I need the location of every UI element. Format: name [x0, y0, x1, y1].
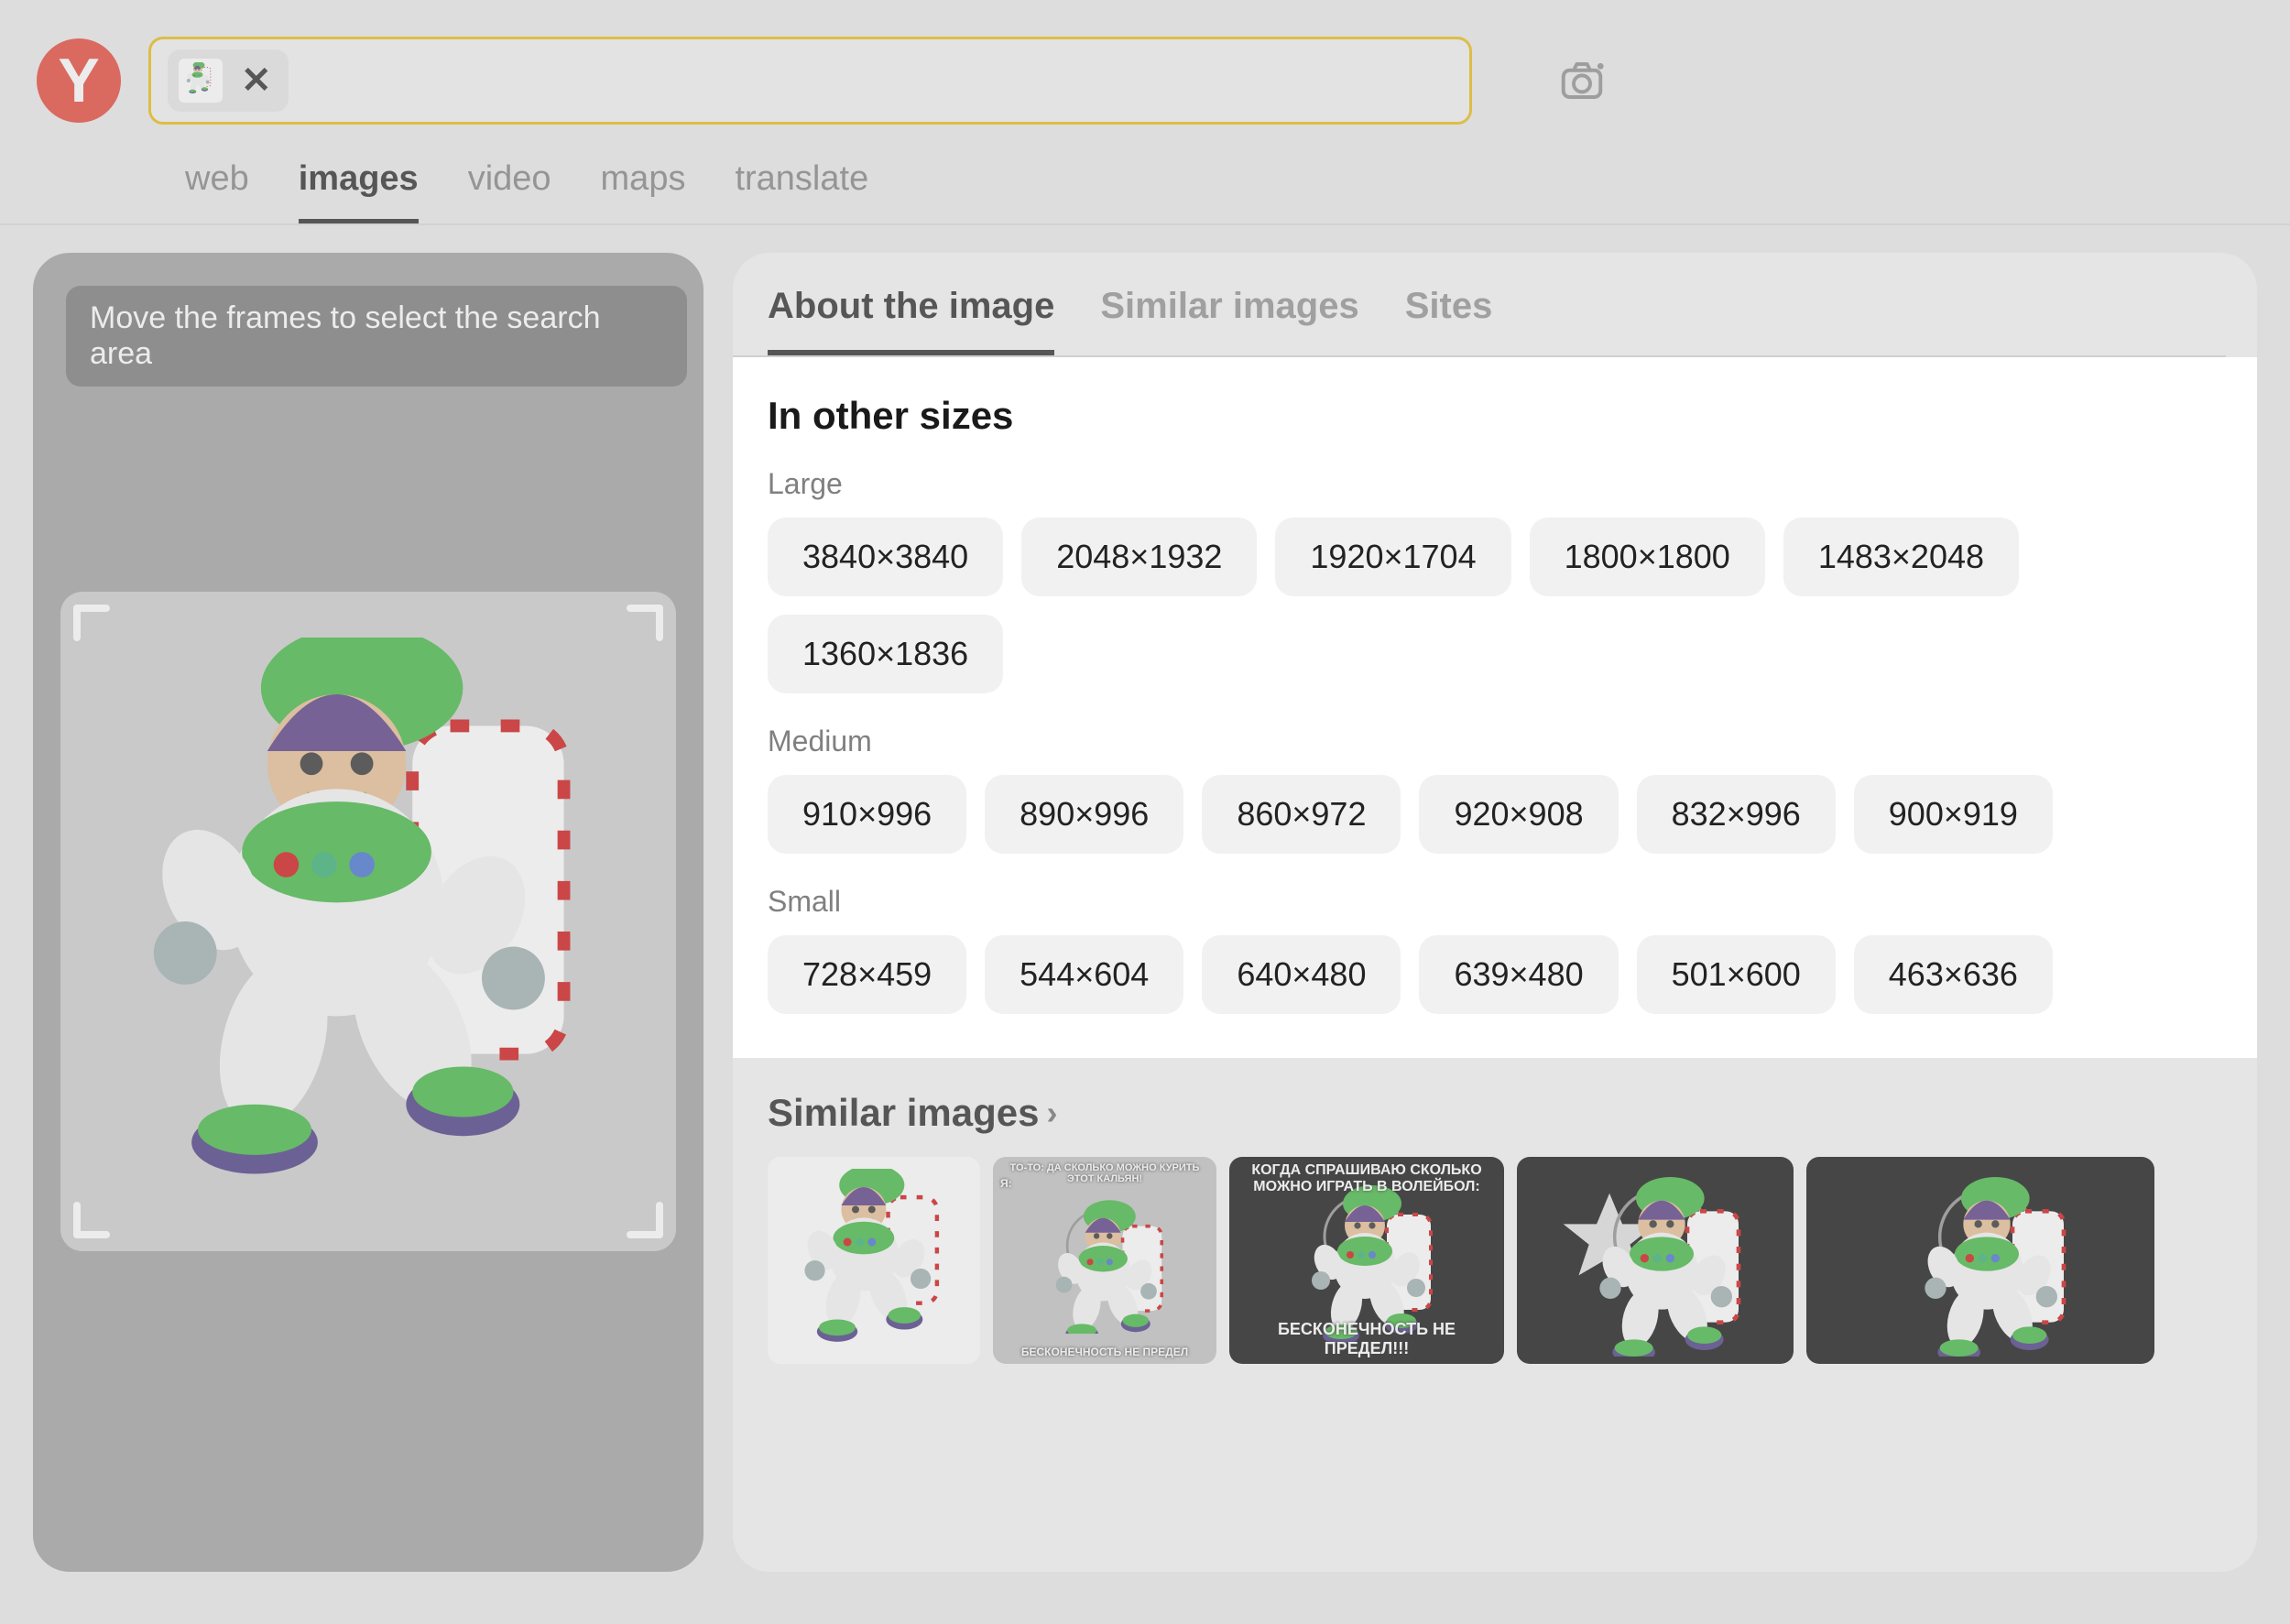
size-chip[interactable]: 900×919 — [1854, 775, 2053, 854]
size-chip[interactable]: 890×996 — [985, 775, 1183, 854]
crop-handle-tl[interactable] — [73, 605, 119, 650]
subtab-sites[interactable]: Sites — [1405, 286, 1493, 355]
crop-handle-bl[interactable] — [73, 1193, 119, 1238]
subtab-about[interactable]: About the image — [768, 286, 1054, 355]
meme-caption: БЕСКОНЕЧНОСТЬ НЕ ПРЕДЕЛ!!! — [1229, 1320, 1504, 1358]
subtab-similar[interactable]: Similar images — [1100, 286, 1358, 355]
other-sizes-title: In other sizes — [768, 394, 2222, 438]
crop-handle-tr[interactable] — [617, 605, 663, 650]
size-chip[interactable]: 1920×1704 — [1275, 518, 1510, 596]
size-chip[interactable]: 910×996 — [768, 775, 966, 854]
size-chip[interactable]: 920×908 — [1419, 775, 1618, 854]
size-chip[interactable]: 640×480 — [1202, 935, 1401, 1014]
similar-images-block: Similar images › ТО-ТО: ДА СКОЛЬКО МОЖНО… — [733, 1058, 2257, 1364]
size-chip[interactable]: 832×996 — [1637, 775, 1836, 854]
size-chip[interactable]: 1360×1836 — [768, 615, 1003, 693]
chevron-right-icon: › — [1046, 1094, 1057, 1132]
crop-hint: Move the frames to select the search are… — [66, 286, 687, 387]
similar-thumb[interactable] — [768, 1157, 980, 1364]
nav-tabs: web images video maps translate — [0, 159, 2290, 225]
tab-maps[interactable]: maps — [601, 159, 686, 219]
size-chip[interactable]: 463×636 — [1854, 935, 2053, 1014]
size-chip[interactable]: 544×604 — [985, 935, 1183, 1014]
tab-video[interactable]: video — [468, 159, 551, 219]
size-chip[interactable]: 639×480 — [1419, 935, 1618, 1014]
tab-web[interactable]: web — [185, 159, 249, 219]
results-panel: About the image Similar images Sites In … — [733, 253, 2257, 1572]
similar-thumb[interactable] — [1806, 1157, 2154, 1364]
size-chip[interactable]: 3840×3840 — [768, 518, 1003, 596]
logo-letter: Y — [58, 45, 99, 116]
meme-caption: КОГДА СПРАШИВАЮ СКОЛЬКО МОЖНО ИГРАТЬ В В… — [1229, 1162, 1504, 1195]
similar-thumb[interactable]: ТО-ТО: ДА СКОЛЬКО МОЖНО КУРИТЬ ЭТОТ КАЛЬ… — [993, 1157, 1216, 1364]
similar-thumb[interactable]: КОГДА СПРАШИВАЮ СКОЛЬКО МОЖНО ИГРАТЬ В В… — [1229, 1157, 1504, 1364]
camera-search-icon[interactable] — [1554, 53, 1609, 108]
yandex-logo[interactable]: Y — [37, 38, 121, 123]
search-thumb-icon — [179, 59, 223, 103]
tab-translate[interactable]: translate — [735, 159, 868, 219]
size-chip[interactable]: 860×972 — [1202, 775, 1401, 854]
size-group-large-label: Large — [768, 467, 2222, 501]
meme-caption: БЕСКОНЕЧНОСТЬ НЕ ПРЕДЕЛ — [993, 1346, 1216, 1358]
size-chip[interactable]: 2048×1932 — [1021, 518, 1257, 596]
similar-title: Similar images — [768, 1091, 1039, 1135]
other-sizes-block: In other sizes Large 3840×3840 2048×1932… — [733, 357, 2257, 1058]
search-image-chip[interactable]: ✕ — [168, 49, 289, 112]
size-chip[interactable]: 1483×2048 — [1783, 518, 2019, 596]
result-subtabs: About the image Similar images Sites — [733, 286, 2226, 357]
size-chip[interactable]: 728×459 — [768, 935, 966, 1014]
tab-images[interactable]: images — [299, 159, 419, 223]
similar-thumb[interactable] — [1517, 1157, 1794, 1364]
crop-frame[interactable] — [60, 592, 676, 1251]
size-group-small-label: Small — [768, 885, 2222, 919]
size-group-medium-label: Medium — [768, 725, 2222, 758]
size-chip[interactable]: 501×600 — [1637, 935, 1836, 1014]
source-image — [112, 638, 625, 1205]
crop-handle-br[interactable] — [617, 1193, 663, 1238]
clear-search-icon[interactable]: ✕ — [241, 62, 272, 99]
similar-heading[interactable]: Similar images › — [768, 1091, 2222, 1135]
search-bar[interactable]: ✕ — [148, 37, 1472, 125]
size-chip[interactable]: 1800×1800 — [1530, 518, 1765, 596]
crop-panel: Move the frames to select the search are… — [33, 253, 703, 1572]
meme-caption: Я: — [993, 1177, 1216, 1190]
